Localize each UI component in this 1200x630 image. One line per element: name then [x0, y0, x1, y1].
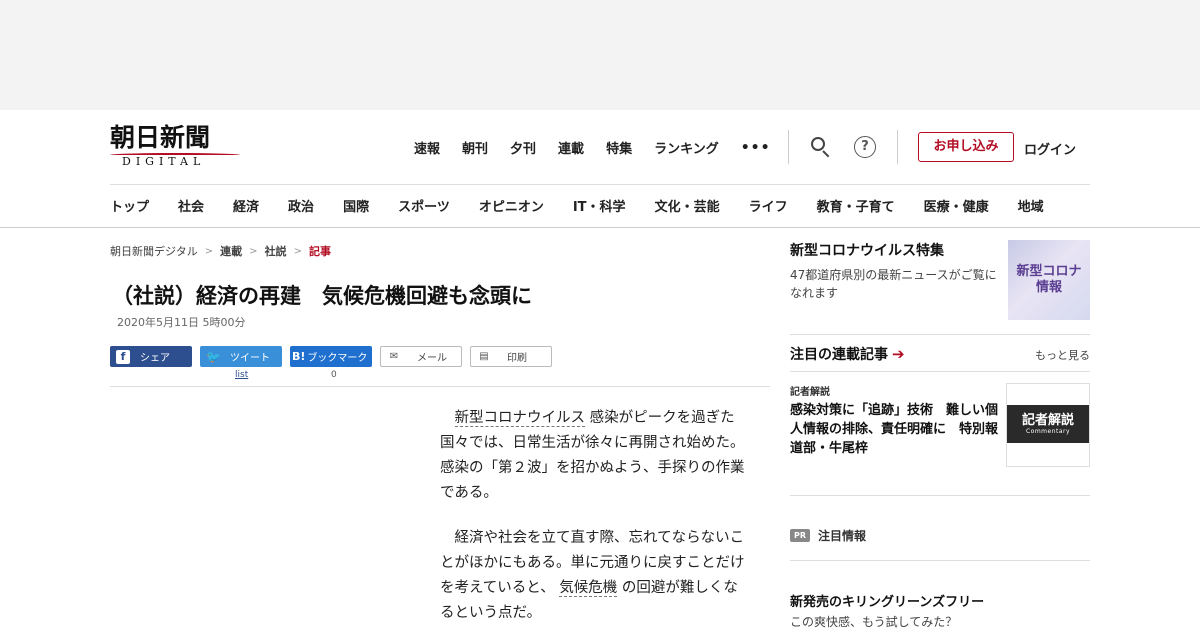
covid-feature-thumbnail[interactable]: 新型コロナ 情報 [1008, 240, 1090, 320]
facebook-icon: f [116, 349, 130, 364]
series-thumbnail[interactable]: 記者解説 Commentary [1006, 383, 1090, 467]
hatena-count: 0 [331, 370, 337, 380]
featured-series-heading[interactable]: 注目の連載記事 ➔ [790, 344, 905, 364]
breadcrumb-editorial[interactable]: 社説 [265, 243, 287, 259]
nav-special[interactable]: 特集 [606, 138, 632, 157]
thumbnail-subtext: Commentary [1025, 427, 1071, 435]
category-nav: トップ 社会 経済 政治 国際 スポーツ オピニオン IT・科学 文化・芸能 ラ… [110, 196, 1200, 215]
featured-series-title: 注目の連載記事 [790, 347, 888, 363]
article-paragraph: 経済や社会を立て直す際、忘れてならないことがほかにもある。単に元通りに戻すことだ… [440, 526, 750, 626]
twitter-icon: 🐦 [206, 349, 221, 364]
login-link[interactable]: ログイン [1024, 139, 1076, 158]
nav-breaking[interactable]: 速報 [414, 138, 440, 157]
nav-evening[interactable]: 夕刊 [510, 138, 536, 157]
site-logo[interactable]: 朝日新聞 DIGITAL [110, 124, 242, 170]
category-international[interactable]: 国際 [343, 196, 369, 215]
category-health[interactable]: 医療・健康 [924, 196, 989, 215]
logo-subtitle: DIGITAL [122, 155, 206, 168]
category-it-science[interactable]: IT・科学 [573, 196, 626, 215]
thumbnail-text: 新型コロナ [1016, 264, 1082, 279]
pr-section-title: 注目情報 [818, 529, 867, 543]
breadcrumb: 朝日新聞デジタル > 連載 > 社説 > 記事 [110, 243, 331, 259]
mail-button[interactable]: ✉ メール [380, 346, 462, 367]
see-more-link[interactable]: もっと見る [1035, 347, 1090, 363]
article-paragraph: 新型コロナウイルス 感染がピークを過ぎた国々では、日常生活が徐々に再開され始めた… [440, 406, 750, 506]
ad-banner-area [0, 0, 1200, 110]
category-opinion[interactable]: オピニオン [479, 196, 544, 215]
breadcrumb-separator: > [293, 245, 302, 257]
breadcrumb-current: 記事 [308, 245, 331, 258]
series-label: 記者解説 [790, 387, 830, 398]
sidebar-divider [790, 371, 1090, 372]
breadcrumb-separator: > [204, 245, 214, 257]
help-icon[interactable]: ? [854, 136, 876, 158]
pr-headline-link[interactable]: 新発売のキリングリーンズフリー [790, 591, 984, 610]
nav-ranking[interactable]: ランキング [654, 138, 719, 157]
facebook-share-label: シェア [140, 353, 170, 364]
print-label: 印刷 [507, 353, 527, 364]
share-divider [110, 386, 770, 387]
thumbnail-text: 情報 [1035, 280, 1062, 295]
nav-divider [788, 130, 789, 164]
category-region[interactable]: 地域 [1018, 196, 1044, 215]
category-education[interactable]: 教育・子育て [817, 196, 895, 215]
nav-morning[interactable]: 朝刊 [462, 138, 488, 157]
subscribe-button[interactable]: お申し込み [918, 132, 1014, 162]
category-economy[interactable]: 経済 [233, 196, 259, 215]
category-sports[interactable]: スポーツ [398, 196, 450, 215]
mail-label: メール [417, 353, 447, 364]
breadcrumb-separator: > [249, 245, 258, 257]
article-body: 新型コロナウイルス 感染がピークを過ぎた国々では、日常生活が徐々に再開され始めた… [440, 406, 750, 630]
hatena-bookmark-button[interactable]: B! ブックマーク [290, 346, 372, 367]
category-top[interactable]: トップ [110, 196, 149, 215]
print-icon: ▤ [479, 350, 489, 362]
covid-feature-description: 47都道府県別の最新ニュースがご覧になれます [790, 268, 997, 300]
series-headline-link[interactable]: 感染対策に「追跡」技術 難しい個人情報の排除、責任明確に 特別報道部・牛尾梓 [790, 401, 1002, 458]
article-date: 2020年5月11日 5時00分 [117, 316, 246, 329]
keyword-link-climate[interactable]: 気候危機 [559, 580, 618, 597]
category-politics[interactable]: 政治 [288, 196, 314, 215]
mail-icon: ✉ [389, 350, 399, 362]
twitter-share-label: ツイート [230, 353, 270, 364]
share-bar: f シェア 🐦 ツイート B! ブックマーク ✉ メール ▤ 印刷 list 0 [110, 346, 770, 390]
category-society[interactable]: 社会 [178, 196, 204, 215]
search-icon[interactable] [810, 136, 832, 158]
thumbnail-band: 記者解説 Commentary [1007, 405, 1089, 443]
pr-subtext: この爽快感、もう試してみた？ [790, 615, 958, 629]
nav-divider [897, 130, 898, 164]
facebook-share-button[interactable]: f シェア [110, 346, 192, 367]
hatena-icon: B! [292, 349, 306, 363]
breadcrumb-series[interactable]: 連載 [220, 243, 242, 259]
sidebar-divider [790, 334, 1090, 335]
twitter-list-link[interactable]: list [235, 370, 248, 380]
arrow-right-icon: ➔ [892, 345, 905, 363]
hatena-bookmark-label: ブックマーク [307, 353, 368, 364]
thumbnail-text: 記者解説 [1021, 412, 1074, 428]
logo-kanji: 朝日新聞 [110, 123, 211, 152]
main-nav: 速報 朝刊 夕刊 連載 特集 ランキング ••• [414, 138, 771, 158]
print-button[interactable]: ▤ 印刷 [470, 346, 552, 367]
covid-feature-title[interactable]: 新型コロナウイルス特集 [790, 240, 944, 260]
twitter-share-button[interactable]: 🐦 ツイート [200, 346, 282, 367]
breadcrumb-home[interactable]: 朝日新聞デジタル [110, 243, 198, 259]
header-divider [110, 184, 1090, 185]
sidebar-divider [790, 560, 1090, 561]
category-culture[interactable]: 文化・芸能 [655, 196, 720, 215]
pr-badge: PR [790, 529, 810, 542]
more-menu-icon[interactable]: ••• [741, 140, 771, 156]
sidebar-divider [790, 495, 1090, 496]
article-title: （社説）経済の再建 気候危機回避も念頭に [112, 284, 532, 308]
site-header: 朝日新聞 DIGITAL 速報 朝刊 夕刊 連載 特集 ランキング ••• ? … [0, 110, 1200, 228]
keyword-link-covid[interactable]: 新型コロナウイルス [454, 410, 585, 427]
category-life[interactable]: ライフ [749, 196, 788, 215]
nav-series[interactable]: 連載 [558, 138, 584, 157]
